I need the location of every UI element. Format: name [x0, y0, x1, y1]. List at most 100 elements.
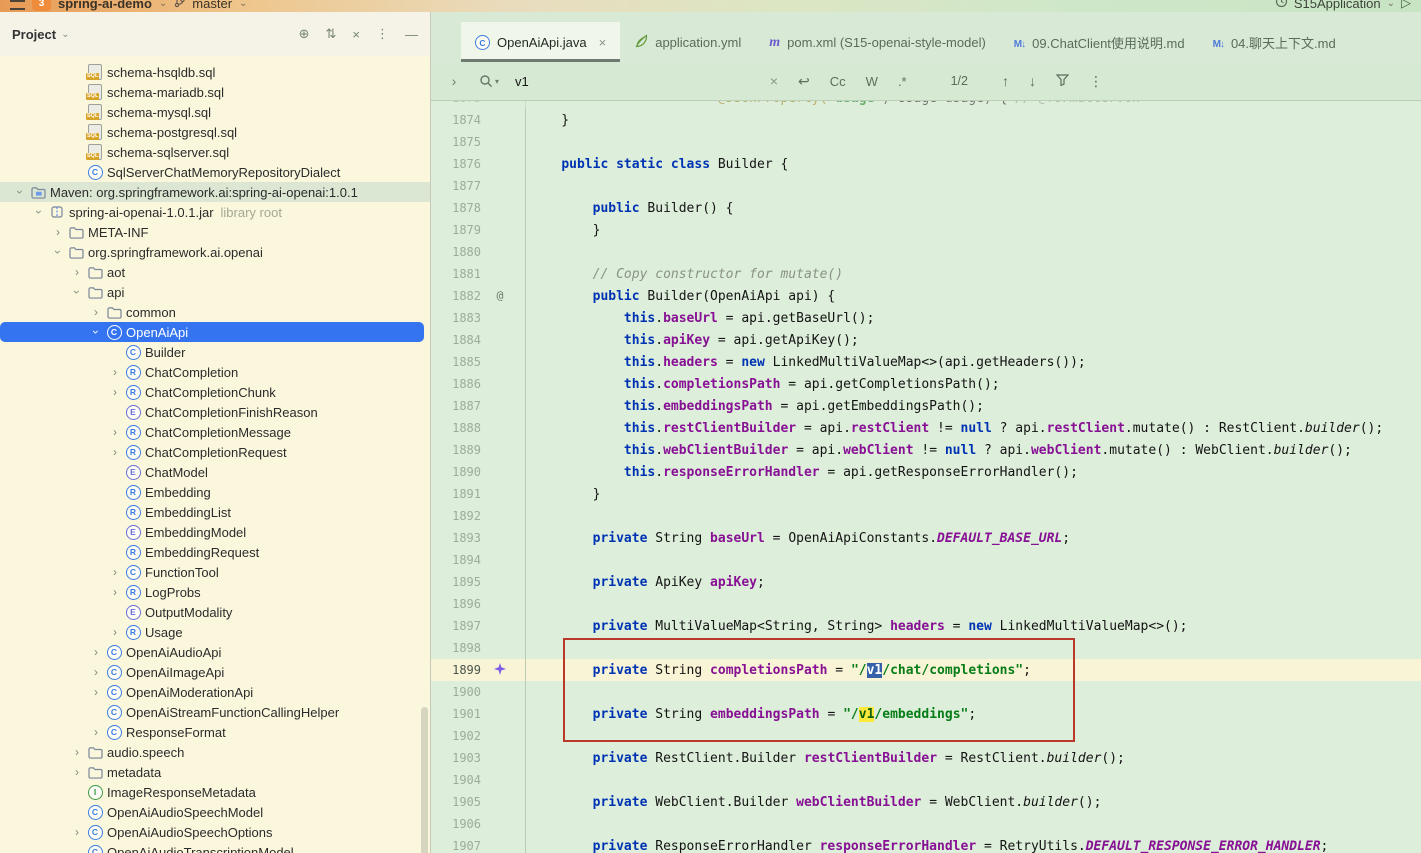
previous-match-icon[interactable]: ↑ [1002, 73, 1009, 89]
tab-04-md[interactable]: M↓04.聊天上下文.md [1199, 22, 1350, 62]
search-more-options-icon[interactable]: ⋮ [1089, 73, 1103, 90]
tree-item-logprobs[interactable]: ›RLogProbs [0, 582, 430, 602]
branch-widget-chevron-icon[interactable]: ⌄ [239, 0, 247, 9]
tree-item-embedding[interactable]: REmbedding [0, 482, 430, 502]
next-match-icon[interactable]: ↓ [1029, 73, 1036, 89]
chevron-right-icon[interactable]: › [88, 306, 104, 318]
locate-file-icon[interactable]: ⊕ [299, 26, 310, 42]
hide-panel-icon[interactable]: — [405, 27, 418, 42]
code-line-1901[interactable]: 1901 private String embeddingsPath = "/v… [431, 703, 1421, 725]
regex-toggle[interactable]: .* [898, 74, 907, 89]
chevron-right-icon[interactable]: › [107, 566, 123, 578]
tab-openaiapi-java[interactable]: COpenAiApi.java× [461, 22, 620, 62]
chevron-right-icon[interactable]: › [107, 446, 123, 458]
code-viewport[interactable]: 1873 @JsonProperty("usage") Usage usage)… [431, 101, 1421, 853]
clear-search-icon[interactable]: × [770, 73, 778, 89]
newline-icon[interactable]: ↩ [798, 73, 810, 90]
project-widget-chevron-icon[interactable]: ⌄ [159, 0, 167, 9]
code-line-1887[interactable]: 1887 this.embeddingsPath = api.getEmbedd… [431, 395, 1421, 417]
match-case-toggle[interactable]: Cc [830, 74, 846, 89]
code-line-1874[interactable]: 1874 } [431, 109, 1421, 131]
tree-item-embeddingrequest[interactable]: REmbeddingRequest [0, 542, 430, 562]
search-options-caret-icon[interactable]: ▾ [495, 77, 499, 86]
run-config-selector[interactable]: S15Application [1294, 0, 1381, 11]
tree-item-spring-ai-openai-1-0-1-jar[interactable]: ›spring-ai-openai-1.0.1.jarlibrary root [0, 202, 430, 222]
expand-search-icon[interactable]: › [441, 73, 467, 89]
tab-09-chatclient-md[interactable]: M↓09.ChatClient使用说明.md [1000, 22, 1199, 62]
tree-item-chatcompletionchunk[interactable]: ›RChatCompletionChunk [0, 382, 430, 402]
tree-item-api[interactable]: ›api [0, 282, 430, 302]
tree-item-aot[interactable]: ›aot [0, 262, 430, 282]
code-line-1893[interactable]: 1893 private String baseUrl = OpenAiApiC… [431, 527, 1421, 549]
chevron-down-icon[interactable]: › [69, 286, 85, 298]
filter-icon[interactable] [1056, 73, 1069, 89]
code-line-1900[interactable]: 1900 [431, 681, 1421, 703]
code-line-1906[interactable]: 1906 [431, 813, 1421, 835]
code-line-1896[interactable]: 1896 [431, 593, 1421, 615]
tree-item-responseformat[interactable]: ›CResponseFormat [0, 722, 430, 742]
code-line-1899[interactable]: 1899 private String completionsPath = "/… [431, 659, 1421, 681]
more-options-icon[interactable]: ⋮ [376, 26, 389, 42]
project-widget[interactable]: spring-ai-demo [58, 0, 152, 11]
chevron-right-icon[interactable]: › [107, 626, 123, 638]
code-line-1889[interactable]: 1889 this.webClientBuilder = api.webClie… [431, 439, 1421, 461]
tree-item-outputmodality[interactable]: EOutputModality [0, 602, 430, 622]
tree-item-chatcompletion[interactable]: ›RChatCompletion [0, 362, 430, 382]
chevron-right-icon[interactable]: › [69, 266, 85, 278]
tree-item-openaiaudiospeechoptions[interactable]: ›COpenAiAudioSpeechOptions [0, 822, 430, 842]
collapse-all-icon[interactable]: × [352, 27, 360, 42]
tree-item-openaiimageapi[interactable]: ›COpenAiImageApi [0, 662, 430, 682]
tree-item-schema-mysql-sql[interactable]: SQLschema-mysql.sql [0, 102, 430, 122]
code-line-1880[interactable]: 1880 [431, 241, 1421, 263]
chevron-down-icon[interactable]: › [12, 186, 28, 198]
close-tab-icon[interactable]: × [599, 35, 607, 50]
tree-item-chatcompletionrequest[interactable]: ›RChatCompletionRequest [0, 442, 430, 462]
chevron-right-icon[interactable]: › [107, 586, 123, 598]
project-icon-badge[interactable]: 3 [32, 0, 51, 11]
code-line-1882[interactable]: 1882@ public Builder(OpenAiApi api) { [431, 285, 1421, 307]
tree-item-openaiaudiospeechmodel[interactable]: COpenAiAudioSpeechModel [0, 802, 430, 822]
run-button[interactable]: ▷ [1401, 0, 1411, 11]
code-line-1891[interactable]: 1891 } [431, 483, 1421, 505]
tree-item-chatcompletionfinishreason[interactable]: EChatCompletionFinishReason [0, 402, 430, 422]
tree-item-org-springframework-ai-openai[interactable]: ›org.springframework.ai.openai [0, 242, 430, 262]
chevron-right-icon[interactable]: › [69, 766, 85, 778]
search-icon[interactable]: ▾ [479, 74, 499, 89]
project-scrollbar[interactable] [421, 707, 428, 853]
code-line-1904[interactable]: 1904 [431, 769, 1421, 791]
tree-item-audio-speech[interactable]: ›audio.speech [0, 742, 430, 762]
chevron-down-icon[interactable]: › [88, 326, 104, 338]
chevron-down-icon[interactable]: › [50, 246, 66, 258]
words-toggle[interactable]: W [866, 74, 878, 89]
tree-item-openaiaudioapi[interactable]: ›COpenAiAudioApi [0, 642, 430, 662]
tab-application-yml[interactable]: application.yml [620, 22, 755, 62]
code-line-1876[interactable]: 1876 public static class Builder { [431, 153, 1421, 175]
tree-item-schema-sqlserver-sql[interactable]: SQLschema-sqlserver.sql [0, 142, 430, 162]
code-line-1895[interactable]: 1895 private ApiKey apiKey; [431, 571, 1421, 593]
tree-item-openaistreamfunctioncallinghelper[interactable]: COpenAiStreamFunctionCallingHelper [0, 702, 430, 722]
project-view-chevron-icon[interactable]: ⌄ [61, 29, 69, 40]
tree-item-schema-mariadb-sql[interactable]: SQLschema-mariadb.sql [0, 82, 430, 102]
tree-item-schema-hsqldb-sql[interactable]: SQLschema-hsqldb.sql [0, 62, 430, 82]
code-line-1884[interactable]: 1884 this.apiKey = api.getApiKey(); [431, 329, 1421, 351]
code-line-1890[interactable]: 1890 this.responseErrorHandler = api.get… [431, 461, 1421, 483]
tree-item-meta-inf[interactable]: ›META-INF [0, 222, 430, 242]
code-line-1897[interactable]: 1897 private MultiValueMap<String, Strin… [431, 615, 1421, 637]
code-line-1879[interactable]: 1879 } [431, 219, 1421, 241]
code-line-1903[interactable]: 1903 private RestClient.Builder restClie… [431, 747, 1421, 769]
code-line-1898[interactable]: 1898 [431, 637, 1421, 659]
tree-item-openaimoderationapi[interactable]: ›COpenAiModerationApi [0, 682, 430, 702]
code-line-1883[interactable]: 1883 this.baseUrl = api.getBaseUrl(); [431, 307, 1421, 329]
chevron-right-icon[interactable]: › [69, 746, 85, 758]
tree-item-chatcompletionmessage[interactable]: ›RChatCompletionMessage [0, 422, 430, 442]
chevron-right-icon[interactable]: › [50, 226, 66, 238]
code-line-1877[interactable]: 1877 [431, 175, 1421, 197]
chevron-right-icon[interactable]: › [88, 646, 104, 658]
chevron-right-icon[interactable]: › [107, 426, 123, 438]
code-line-1892[interactable]: 1892 [431, 505, 1421, 527]
hamburger-menu-icon[interactable] [10, 0, 25, 10]
chevron-right-icon[interactable]: › [69, 826, 85, 838]
tree-item-embeddinglist[interactable]: REmbeddingList [0, 502, 430, 522]
ai-assistant-icon[interactable] [489, 663, 511, 678]
annotation-gutter-icon[interactable]: @ [489, 290, 511, 302]
